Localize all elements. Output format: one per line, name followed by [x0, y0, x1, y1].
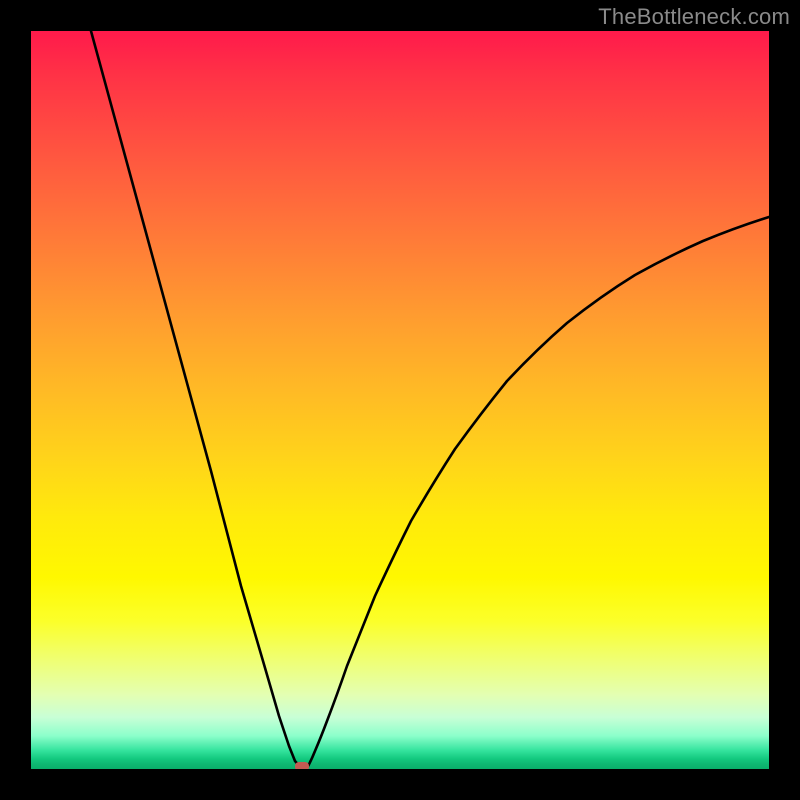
min-marker [295, 762, 309, 769]
plot-area [31, 31, 769, 769]
curve-right-branch [307, 217, 769, 768]
curve-left-branch [91, 31, 301, 768]
bottleneck-curve [31, 31, 769, 769]
chart-frame: TheBottleneck.com [0, 0, 800, 800]
watermark-text: TheBottleneck.com [598, 4, 790, 30]
